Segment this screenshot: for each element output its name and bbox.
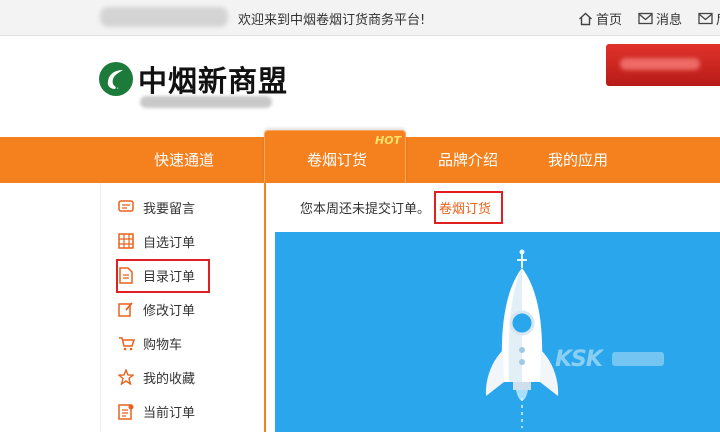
sidebar-item-leave-message[interactable]: 我要留言 <box>117 195 195 219</box>
order-icon <box>117 402 135 420</box>
order-notice-text: 您本周还未提交订单。 <box>300 202 431 217</box>
sidebar-item-modify-order[interactable]: 修改订单 <box>117 297 195 321</box>
sidebar-item-favorites[interactable]: 我的收藏 <box>117 365 195 389</box>
header-banner-text-blurred <box>620 58 700 70</box>
catalog-order-highlight <box>116 259 210 293</box>
home-link[interactable]: 首页 <box>578 9 622 28</box>
message-link-label: 消息 <box>656 13 683 28</box>
sidebar-item-label: 当前订单 <box>143 405 196 421</box>
mail-icon <box>698 12 713 25</box>
nav-tab-cigarette-order-label: 卷烟订货 <box>307 151 368 169</box>
rocket-icon <box>485 249 559 428</box>
home-link-label: 首页 <box>596 13 623 28</box>
nav-brand-intro[interactable]: 品牌介绍 <box>438 137 498 183</box>
sidebar-item-label: 我要留言 <box>143 201 196 217</box>
sidebar-item-cart[interactable]: 购物车 <box>117 331 182 355</box>
sidebar-item-label: 自选订单 <box>143 235 196 251</box>
order-link-highlight <box>434 191 503 224</box>
more-link-label: 后 <box>716 9 720 28</box>
welcome-text: 欢迎来到中烟卷烟订货商务平台! <box>238 13 426 28</box>
more-link[interactable]: 后 <box>698 9 720 28</box>
logo-subtitle-blurred <box>140 96 272 108</box>
logo-text: 中烟新商盟 <box>138 64 289 98</box>
sidebar-item-label: 我的收藏 <box>143 371 196 387</box>
watermark-logo: KSK <box>555 347 603 372</box>
sidebar-item-current-order[interactable]: 当前订单 <box>117 399 195 423</box>
sidebar-item-label: 修改订单 <box>143 303 196 319</box>
home-icon <box>579 12 592 25</box>
blurred-username <box>100 7 228 27</box>
hot-badge: HOT <box>375 134 402 147</box>
grid-icon <box>117 232 135 250</box>
nav-my-apps[interactable]: 我的应用 <box>548 137 608 183</box>
mail-icon <box>638 12 653 25</box>
star-icon <box>117 368 135 386</box>
leaf-logo-icon <box>99 62 133 96</box>
nav-quick-access[interactable]: 快速通道 <box>154 137 214 183</box>
edit-icon <box>117 300 135 318</box>
watermark-subtext <box>612 352 664 366</box>
sidebar: 我要留言 自选订单 目录订单 修改订单 购物车 我的收藏 当前订单 <box>100 183 266 432</box>
page-root: 欢迎来到中烟卷烟订货商务平台! 首页 消息 后 <box>0 0 720 432</box>
message-icon <box>117 198 135 216</box>
sidebar-item-custom-order[interactable]: 自选订单 <box>117 229 195 253</box>
top-bar: 欢迎来到中烟卷烟订货商务平台! 首页 消息 后 <box>0 0 720 36</box>
cart-icon <box>117 334 135 352</box>
sidebar-item-label: 购物车 <box>143 337 183 353</box>
hero-banner <box>275 232 720 432</box>
message-link[interactable]: 消息 <box>638 9 682 28</box>
